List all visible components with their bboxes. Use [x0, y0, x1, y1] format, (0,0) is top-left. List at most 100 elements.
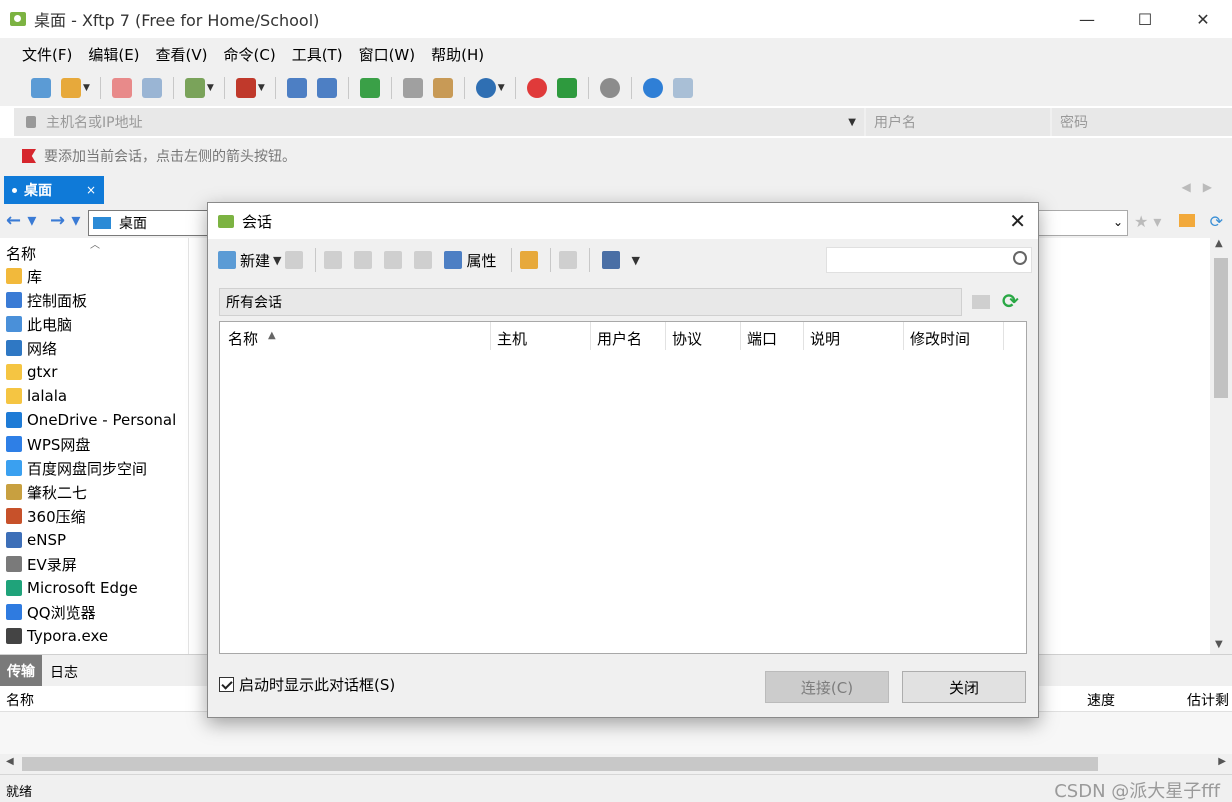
session-settings-icon[interactable]	[184, 78, 205, 98]
menu-edit[interactable]: 编辑(E)	[88, 44, 139, 65]
session-col-port[interactable]: 端口	[747, 328, 777, 349]
close-dialog-button[interactable]: 关闭	[902, 671, 1026, 703]
delete-icon[interactable]	[414, 251, 433, 269]
session-search-input[interactable]	[826, 247, 1032, 273]
forward-arrow-icon[interactable]: → ▾	[50, 212, 84, 230]
add-session-arrow-icon[interactable]	[22, 149, 36, 163]
view-mode-icon[interactable]	[601, 251, 620, 269]
scroll-thumb[interactable]	[1214, 258, 1228, 398]
scroll-down-icon[interactable]: ▼	[1215, 639, 1223, 650]
minimize-button[interactable]: —	[1058, 0, 1116, 38]
transfer-col-speed[interactable]: 速度	[1087, 690, 1115, 710]
column-divider[interactable]	[590, 322, 591, 350]
pane-divider[interactable]	[188, 238, 189, 654]
horizontal-scrollbar[interactable]: ◀ ▶	[0, 754, 1232, 774]
menu-help[interactable]: 帮助(H)	[431, 44, 484, 65]
settings-dropdown-icon[interactable]: ▼	[207, 83, 214, 93]
new-session-button[interactable]: 新建	[218, 250, 270, 271]
copy-icon[interactable]	[354, 251, 373, 269]
file-list-item[interactable]: 肇秋二七	[6, 480, 87, 504]
sync-arrows-icon[interactable]	[359, 78, 380, 98]
file-list-item[interactable]: 网络	[6, 336, 57, 360]
open-dropdown-icon[interactable]: ▼	[83, 83, 90, 93]
scroll-left-icon[interactable]: ◀	[6, 756, 14, 767]
xftp-icon[interactable]	[556, 78, 577, 98]
globe-icon[interactable]	[475, 78, 496, 98]
gear-icon[interactable]	[599, 78, 620, 98]
password-input[interactable]: 密码	[1050, 108, 1232, 136]
disconnect-icon[interactable]	[111, 78, 132, 98]
media-icon[interactable]	[235, 78, 256, 98]
file-list-item[interactable]: OneDrive - Personal	[6, 408, 176, 432]
column-divider[interactable]	[903, 322, 904, 350]
column-divider[interactable]	[803, 322, 804, 350]
reconnect-icon[interactable]	[141, 78, 162, 98]
new-session-icon[interactable]	[31, 78, 51, 98]
show-on-startup-checkbox[interactable]: 启动时显示此对话框(S)	[219, 674, 395, 695]
checkbox-checked-icon[interactable]	[219, 677, 234, 692]
host-input[interactable]: 主机名或IP地址 ▼	[14, 108, 864, 136]
edit-session-icon[interactable]	[285, 251, 304, 269]
view-dropdown-icon[interactable]: ▼	[632, 254, 640, 267]
file-list-item[interactable]: Microsoft Edge	[6, 576, 138, 600]
transfer-col-name[interactable]: 名称	[6, 690, 34, 710]
upload-icon[interactable]	[286, 78, 307, 98]
download-icon[interactable]	[316, 78, 337, 98]
host-dropdown-icon[interactable]: ▼	[848, 117, 856, 128]
transfer-col-eta[interactable]: 估计剩	[1187, 690, 1229, 710]
tab-log[interactable]: 日志	[50, 662, 78, 682]
file-list-item[interactable]: lalala	[6, 384, 67, 408]
search-icon[interactable]	[1013, 251, 1027, 265]
file-list-item[interactable]: 此电脑	[6, 312, 72, 336]
tab-scroll-arrows-icon[interactable]: ◀▶	[1182, 180, 1224, 194]
column-divider[interactable]	[740, 322, 741, 350]
scroll-right-icon[interactable]: ▶	[1218, 756, 1226, 767]
tab-close-icon[interactable]: ×	[86, 183, 96, 197]
paste-icon[interactable]	[384, 251, 403, 269]
tab-desktop[interactable]: 桌面 ×	[4, 176, 104, 204]
menu-tools[interactable]: 工具(T)	[292, 44, 343, 65]
close-window-button[interactable]: ✕	[1174, 0, 1232, 38]
session-col-modified[interactable]: 修改时间	[910, 328, 970, 349]
path-input[interactable]: 桌面	[88, 210, 210, 236]
media-dropdown-icon[interactable]: ▼	[258, 83, 265, 93]
new-folder-icon[interactable]	[972, 295, 990, 309]
file-list-item[interactable]: 百度网盘同步空间	[6, 456, 147, 480]
column-divider[interactable]	[665, 322, 666, 350]
refresh-icon[interactable]: ⟳	[1210, 212, 1223, 231]
column-header-name[interactable]: 名称	[6, 243, 36, 264]
connect-button[interactable]: 连接(C)	[765, 671, 889, 703]
copy-icon[interactable]	[402, 78, 423, 98]
refresh-icon[interactable]: ⟳	[1002, 291, 1019, 311]
open-folder-icon[interactable]	[61, 78, 81, 98]
maximize-button[interactable]: ☐	[1116, 0, 1174, 38]
cut-icon[interactable]	[324, 251, 343, 269]
file-list-item[interactable]: QQ浏览器	[6, 600, 96, 624]
menu-file[interactable]: 文件(F)	[22, 44, 72, 65]
file-list-item[interactable]: gtxr	[6, 360, 57, 384]
new-dropdown-icon[interactable]: ▼	[273, 254, 281, 267]
column-divider[interactable]	[1003, 322, 1004, 350]
xshell-icon[interactable]	[526, 78, 547, 98]
paste-icon[interactable]	[432, 78, 453, 98]
menu-view[interactable]: 查看(V)	[156, 44, 208, 65]
chat-icon[interactable]	[672, 78, 693, 98]
menu-window[interactable]: 窗口(W)	[359, 44, 416, 65]
file-list-item[interactable]: Typora.exe	[6, 624, 108, 648]
help-icon[interactable]	[642, 78, 663, 98]
session-col-user[interactable]: 用户名	[597, 328, 642, 349]
properties-button[interactable]: 属性	[444, 250, 497, 271]
file-list-item[interactable]: eNSP	[6, 528, 66, 552]
username-input[interactable]: 用户名	[864, 108, 1050, 136]
shortcut-icon[interactable]	[558, 251, 577, 269]
column-divider[interactable]	[490, 322, 491, 350]
path-dropdown[interactable]: ⌄	[1034, 210, 1128, 236]
favorite-star-icon[interactable]: ★ ▾	[1134, 212, 1161, 231]
file-list-item[interactable]: 库	[6, 264, 42, 288]
back-arrow-icon[interactable]: ← ▾	[6, 212, 40, 230]
session-col-desc[interactable]: 说明	[810, 328, 840, 349]
file-list-item[interactable]: WPS网盘	[6, 432, 90, 456]
dialog-close-icon[interactable]: ✕	[1009, 209, 1026, 233]
session-col-protocol[interactable]: 协议	[672, 328, 702, 349]
session-col-name[interactable]: 名称	[228, 328, 258, 349]
